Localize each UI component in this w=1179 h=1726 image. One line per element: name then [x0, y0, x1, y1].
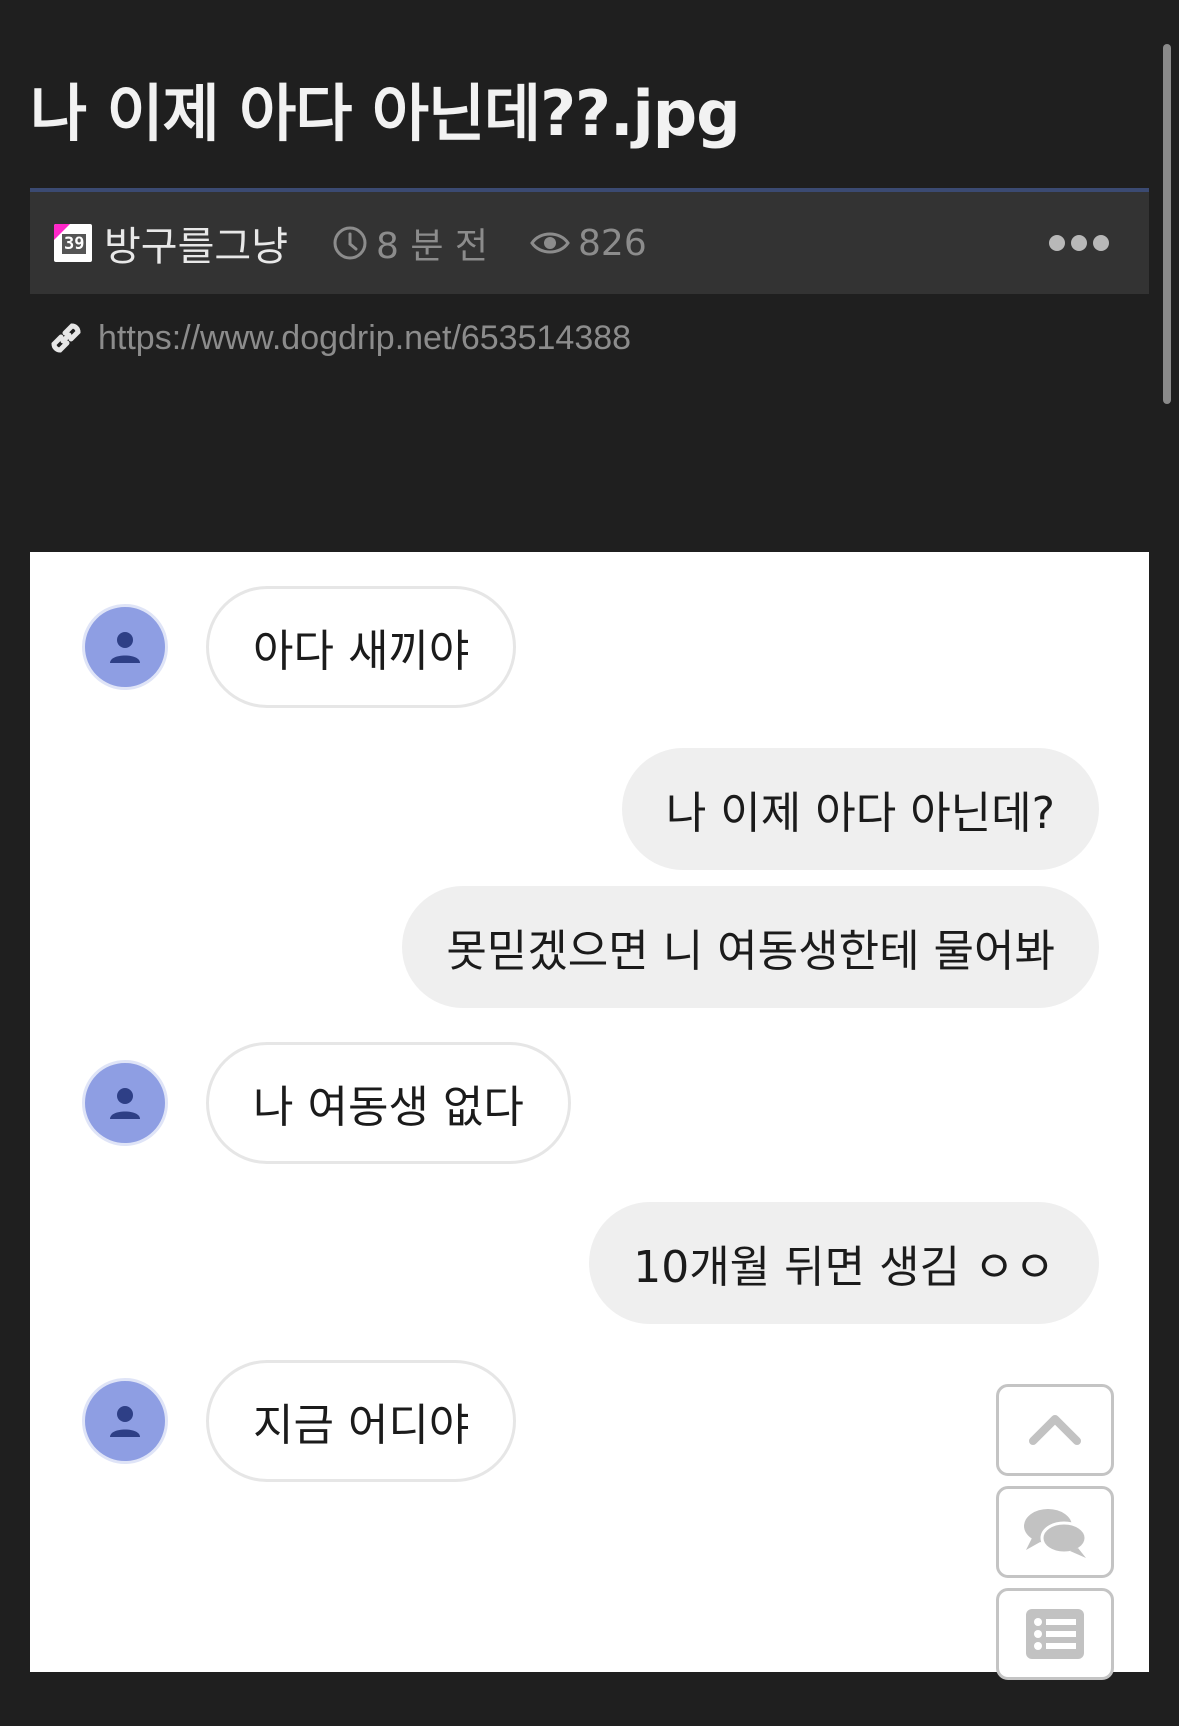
list-button[interactable]	[996, 1588, 1114, 1680]
chat-bubble: 못믿겠으면 니 여동생한테 물어봐	[402, 886, 1099, 1008]
avatar	[82, 1378, 168, 1464]
author-level-text: 39	[62, 234, 87, 254]
post-image-content: 아다 새끼야 나 이제 아다 아닌데? 못믿겠으면 니 여동생한테 물어봐 나 …	[30, 552, 1149, 1672]
page-scrollbar[interactable]	[1163, 44, 1171, 404]
eye-icon	[530, 232, 570, 254]
author-name-link[interactable]: 방구를그냥	[104, 214, 288, 272]
post-views: 826	[530, 223, 647, 264]
chat-bubble: 아다 새끼야	[206, 586, 517, 708]
link-icon	[51, 323, 81, 353]
scroll-to-top-button[interactable]	[996, 1384, 1114, 1476]
list-icon	[1026, 1609, 1084, 1659]
chat-message-received: 지금 어디야	[82, 1360, 517, 1482]
comments-button[interactable]	[996, 1486, 1114, 1578]
chevron-up-icon	[1029, 1415, 1081, 1445]
post-time: 8 분 전	[332, 217, 488, 269]
chat-bubble: 지금 어디야	[206, 1360, 517, 1482]
chat-bubble: 10개월 뒤면 생김 ㅇㅇ	[589, 1202, 1099, 1324]
chat-bubble: 나 여동생 없다	[206, 1042, 571, 1164]
person-icon	[110, 1406, 140, 1437]
more-dots-icon	[1049, 235, 1065, 251]
chat-message-received: 아다 새끼야	[82, 586, 517, 708]
person-icon	[110, 1088, 140, 1119]
author-level-badge-icon: 39	[54, 224, 92, 262]
chat-message-received: 나 여동생 없다	[82, 1042, 571, 1164]
chat-bubble: 나 이제 아다 아닌데?	[621, 748, 1099, 870]
post-url-row: https://www.dogdrip.net/653514388	[44, 316, 631, 360]
avatar	[82, 604, 168, 690]
comments-icon	[1024, 1509, 1088, 1558]
clock-icon	[333, 226, 367, 260]
post-meta-bar: 39 방구를그냥 8 분 전 826	[30, 188, 1149, 294]
post-time-text: 8 분 전	[376, 226, 489, 267]
chat-message-sent: 나 이제 아다 아닌데?	[621, 748, 1099, 870]
post-views-count: 826	[578, 222, 647, 264]
chat-message-sent: 10개월 뒤면 생김 ㅇㅇ	[589, 1202, 1099, 1324]
person-icon	[110, 632, 140, 663]
chat-message-sent: 못믿겠으면 니 여동생한테 물어봐	[402, 886, 1099, 1008]
more-options-button[interactable]	[1049, 235, 1109, 251]
avatar	[82, 1060, 168, 1146]
post-title: 나 이제 아다 아닌데??.jpg	[30, 77, 741, 150]
post-url-link[interactable]: https://www.dogdrip.net/653514388	[98, 319, 631, 358]
